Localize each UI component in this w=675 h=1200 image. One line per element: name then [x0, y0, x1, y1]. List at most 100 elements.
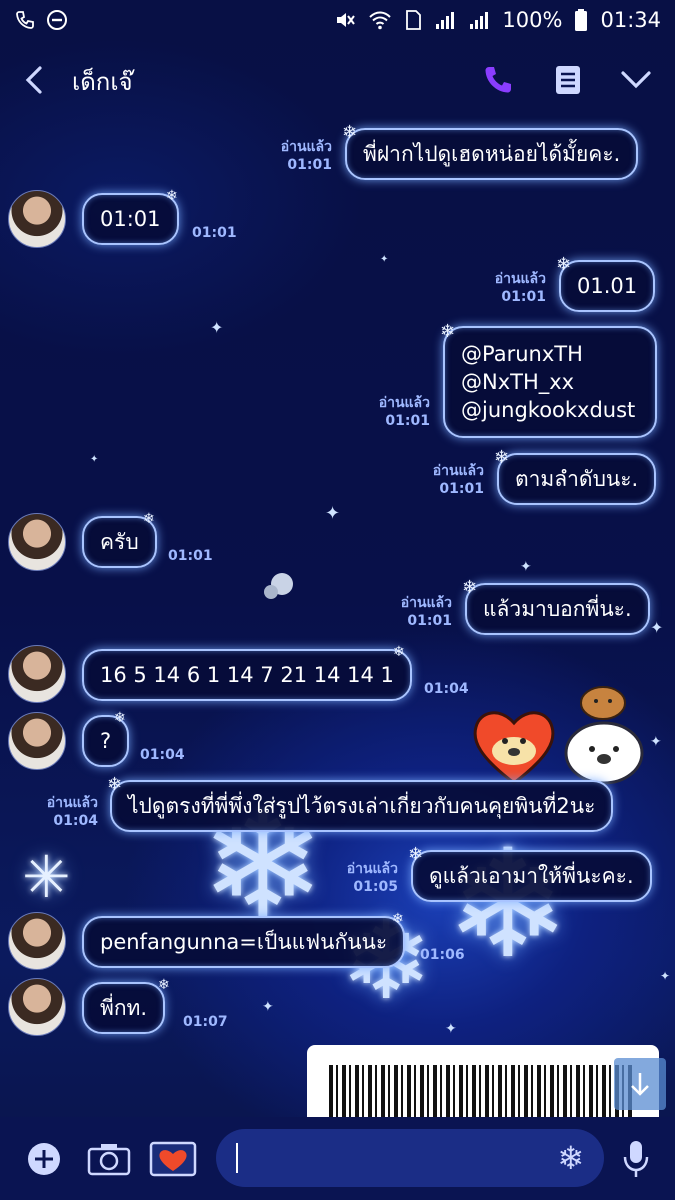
snowflake-icon: ❄: [143, 511, 155, 527]
call-button[interactable]: [478, 60, 518, 100]
message-text: ครับ: [100, 529, 139, 554]
avatar[interactable]: [8, 712, 66, 770]
avatar[interactable]: [8, 645, 66, 703]
snowflake-icon[interactable]: ❄: [557, 1139, 584, 1177]
notes-button[interactable]: [548, 60, 588, 100]
camera-button[interactable]: [86, 1139, 132, 1179]
message-time: 01:01: [407, 613, 452, 629]
snowflake-decoration-icon: ✳: [22, 843, 71, 911]
cookie-character-sticker: [580, 686, 626, 720]
star-icon: ✦: [210, 318, 224, 337]
read-receipt: อ่านแล้ว: [432, 463, 484, 479]
heart-character-sticker: [473, 711, 555, 785]
qr-code-pattern: [329, 1065, 635, 1117]
snowflake-icon: ❄: [494, 447, 510, 468]
signal-2-icon: [470, 12, 489, 29]
message-bubble-outgoing[interactable]: ดูแล้วเอามาให้พี่นะคะ.: [411, 850, 652, 902]
message-line: @NxTH_xx: [461, 370, 575, 394]
mic-icon: [623, 1141, 649, 1177]
message-text: พี่ฝากไปดูเฮดหน่อยได้มั้ยคะ.: [363, 141, 621, 166]
message-bubble-outgoing[interactable]: แล้วมาบอกพี่นะ.: [465, 583, 650, 635]
snowflake-icon: ❄: [158, 977, 170, 993]
image-icon: [149, 1141, 197, 1177]
message-bubble-outgoing[interactable]: 01.01: [559, 260, 656, 312]
message-meta: อ่านแล้ว 01:01: [382, 594, 452, 630]
star-icon: ✦: [262, 999, 274, 1015]
message-time: 01:07: [183, 1014, 228, 1030]
phone-icon: [485, 67, 511, 93]
message-text: ดูแล้วเอามาให้พี่นะคะ.: [429, 863, 634, 888]
star-icon: ✦: [325, 503, 341, 524]
snowflake-icon: ❄: [556, 254, 572, 275]
star-icon: ✦: [380, 254, 389, 265]
message-time: 01:01: [501, 289, 546, 305]
message-meta: อ่านแล้ว 01:01: [262, 138, 332, 174]
scroll-down-icon: [631, 1073, 649, 1096]
snowflake-icon: ❄: [166, 188, 178, 204]
snowflake-icon: ❄: [393, 644, 405, 660]
message-meta: อ่านแล้ว 01:04: [28, 794, 98, 830]
chat-header: เด็กเจ๊: [0, 48, 675, 112]
scroll-to-bottom-button[interactable]: [614, 1058, 666, 1110]
signal-icon: [436, 12, 455, 29]
read-receipt: อ่านแล้ว: [378, 395, 430, 411]
message-line: @ParunxTH: [461, 342, 583, 366]
snowflake-icon: ❄: [462, 577, 478, 598]
message-bubble-incoming[interactable]: 01:01: [82, 193, 179, 245]
add-button[interactable]: [24, 1139, 64, 1179]
star-icon: ✦: [90, 454, 99, 465]
message-text: 01:01: [100, 207, 161, 231]
battery-icon: [575, 9, 588, 31]
message-text: แล้วมาบอกพี่นะ.: [483, 596, 632, 621]
call-forward-icon: [16, 11, 34, 29]
message-text: penfangunna=เป็นแฟนกันนะ: [100, 929, 388, 954]
sim-icon: [406, 10, 422, 30]
menu-toggle-button[interactable]: [616, 60, 656, 100]
voice-button[interactable]: [616, 1139, 656, 1179]
message-time: 01:04: [53, 813, 98, 829]
message-bubble-incoming[interactable]: penfangunna=เป็นแฟนกันนะ: [82, 916, 406, 968]
clock: 01:34: [600, 8, 661, 32]
star-icon: ✦: [520, 559, 532, 575]
message-text: 01.01: [577, 274, 638, 298]
message-time: 01:04: [140, 747, 185, 763]
snowflake-icon: ❄: [342, 122, 358, 143]
character-sticker: [264, 573, 293, 599]
message-meta: อ่านแล้ว 01:01: [360, 394, 430, 430]
message-bubble-outgoing[interactable]: @ParunxTH @NxTH_xx @jungkookxdust: [443, 326, 657, 438]
plus-icon: [28, 1143, 60, 1175]
dog-character-sticker: [564, 721, 644, 785]
message-time: 01:01: [192, 225, 237, 241]
status-bar: 100% 01:34: [0, 0, 675, 40]
message-bubble-outgoing[interactable]: ตามลำดับนะ.: [497, 453, 657, 505]
snowflake-icon: ❄: [440, 321, 456, 342]
message-meta: อ่านแล้ว 01:01: [414, 462, 484, 498]
avatar[interactable]: [8, 513, 66, 571]
snowflake-icon: ❄: [114, 710, 126, 726]
read-receipt: อ่านแล้ว: [346, 861, 398, 877]
message-time: 01:01: [168, 548, 213, 564]
chat-title: เด็กเจ๊: [72, 68, 133, 96]
message-bubble-outgoing[interactable]: พี่ฝากไปดูเฮดหน่อยได้มั้ยคะ.: [345, 128, 639, 180]
star-icon: ✦: [445, 1021, 457, 1037]
back-arrow-icon[interactable]: [20, 62, 50, 98]
message-meta: อ่านแล้ว 01:01: [476, 270, 546, 306]
message-bubble-incoming[interactable]: พี่กท.: [82, 982, 166, 1034]
snowflake-icon: ❄: [392, 911, 404, 927]
star-icon: ✦: [650, 618, 664, 637]
message-time: 01:01: [287, 157, 332, 173]
chevron-down-icon: [621, 71, 651, 89]
message-bubble-outgoing[interactable]: ไปดูตรงที่พี่พึ่งใส่รูปไว้ตรงเล่าเกี่ยวก…: [110, 780, 614, 832]
avatar[interactable]: [8, 912, 66, 970]
avatar[interactable]: [8, 978, 66, 1036]
qr-code-image[interactable]: [307, 1045, 659, 1117]
message-time: 01:05: [353, 879, 398, 895]
message-bubble-incoming[interactable]: 16 5 14 6 1 14 7 21 14 14 1: [82, 649, 412, 701]
camera-icon: [87, 1144, 131, 1176]
text-cursor: [236, 1143, 238, 1173]
avatar[interactable]: [8, 190, 66, 248]
message-input[interactable]: ❄: [216, 1129, 604, 1187]
star-icon: ✦: [650, 734, 662, 750]
gallery-button[interactable]: [148, 1139, 198, 1179]
do-not-disturb-icon: [47, 10, 67, 30]
